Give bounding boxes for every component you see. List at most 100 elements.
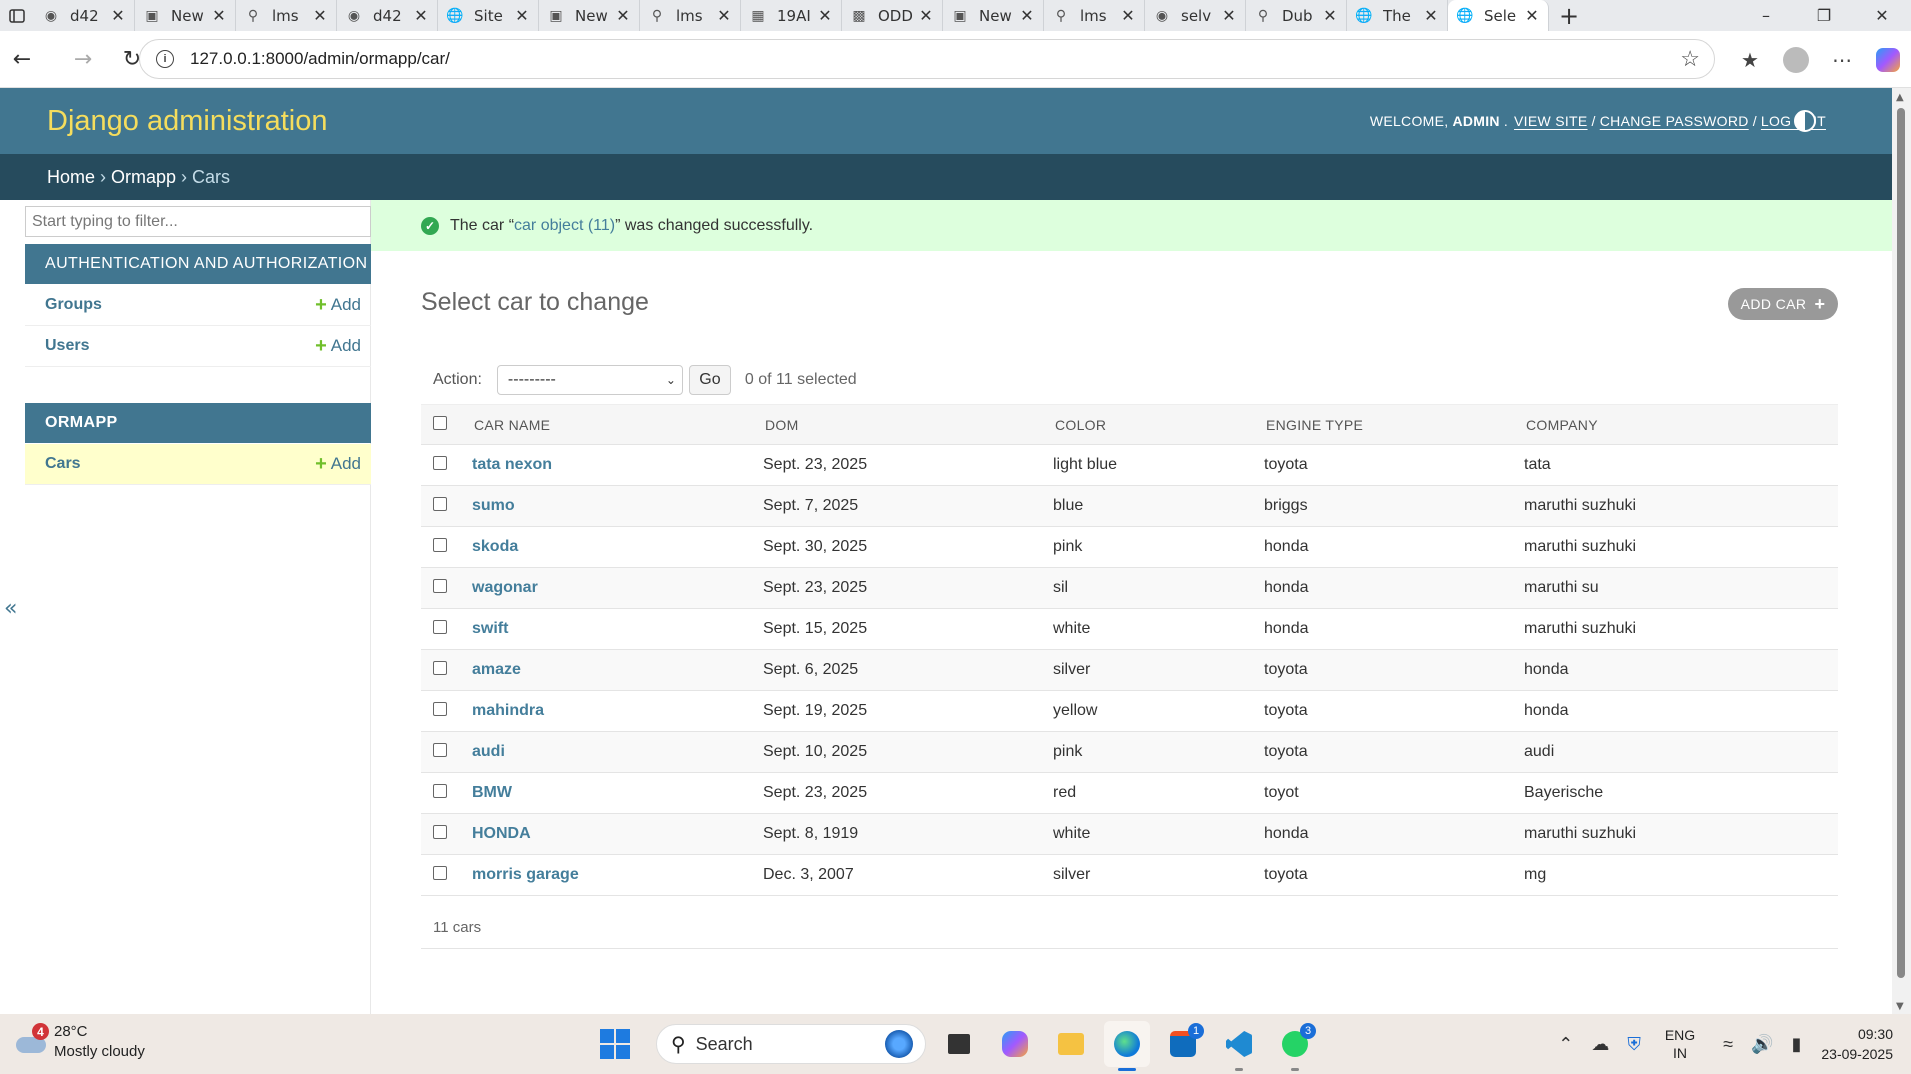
car-name-link[interactable]: wagonar [472, 579, 538, 596]
car-name-link[interactable]: swift [472, 620, 508, 637]
row-checkbox[interactable] [433, 455, 447, 470]
add-car-button[interactable]: ADD CAR + [1728, 288, 1838, 320]
row-checkbox-cell[interactable] [421, 690, 461, 732]
breadcrumb-app[interactable]: Ormapp [111, 167, 176, 188]
security-shield-icon[interactable]: ⛨ [1627, 1034, 1641, 1055]
browser-tab[interactable]: ⚲ Dub ✕ [1246, 0, 1347, 31]
browser-tab[interactable]: ⚲ lms ✕ [236, 0, 337, 31]
column-header-dom[interactable]: DOM [755, 404, 1045, 445]
sidebar-collapse-toggle[interactable]: « [4, 596, 17, 621]
row-checkbox-cell[interactable] [421, 649, 461, 691]
forward-button[interactable]: → [61, 37, 105, 81]
car-name-link[interactable]: BMW [472, 784, 512, 801]
car-name-link[interactable]: morris garage [472, 866, 579, 883]
weather-widget[interactable]: 4 28°C Mostly cloudy [14, 1022, 145, 1062]
edge-browser-icon[interactable] [1104, 1021, 1150, 1071]
back-button[interactable]: ← [0, 37, 44, 81]
row-checkbox-cell[interactable] [421, 567, 461, 609]
row-checkbox-cell[interactable] [421, 485, 461, 527]
minimize-button[interactable]: – [1737, 0, 1795, 31]
browser-tab[interactable]: ▣ New ✕ [135, 0, 236, 31]
select-all-checkbox[interactable] [433, 416, 447, 430]
car-name-link[interactable]: HONDA [472, 825, 531, 842]
row-checkbox-cell[interactable] [421, 854, 461, 896]
close-tab-icon[interactable]: ✕ [312, 6, 328, 25]
copilot-app-icon[interactable] [992, 1021, 1038, 1067]
vscode-icon[interactable] [1216, 1021, 1262, 1071]
add-car-link[interactable]: + Add [315, 453, 371, 476]
car-name-link[interactable]: skoda [472, 538, 518, 555]
row-checkbox-cell[interactable] [421, 813, 461, 855]
windows-start-icon[interactable] [600, 1029, 630, 1059]
column-header-color[interactable]: COLOR [1045, 404, 1256, 445]
whatsapp-icon[interactable]: 3 [1272, 1021, 1318, 1071]
row-checkbox[interactable] [433, 537, 447, 552]
bing-icon[interactable] [885, 1030, 913, 1058]
close-tab-icon[interactable]: ✕ [716, 6, 732, 25]
theme-toggle-icon[interactable] [1794, 110, 1816, 132]
nav-filter-input[interactable]: Start typing to filter... [25, 206, 371, 237]
browser-tab[interactable]: ▦ 19AI ✕ [741, 0, 842, 31]
volume-icon[interactable]: 🔊 [1751, 1034, 1773, 1055]
sidebar-item-label[interactable]: Groups [45, 296, 315, 314]
sidebar-item-users[interactable]: Users + Add [25, 326, 371, 367]
close-tab-icon[interactable]: ✕ [1221, 6, 1237, 25]
clock[interactable]: 09:30 23-09-2025 [1821, 1024, 1893, 1064]
file-explorer-icon[interactable] [1048, 1021, 1094, 1067]
scroll-down-icon[interactable]: ▼ [1896, 1001, 1904, 1012]
more-menu-icon[interactable]: ⋯ [1819, 37, 1865, 83]
close-tab-icon[interactable]: ✕ [413, 6, 429, 25]
task-view-icon[interactable] [936, 1021, 982, 1067]
car-name-link[interactable]: mahindra [472, 702, 544, 719]
browser-tab[interactable]: ◉ selv ✕ [1145, 0, 1246, 31]
close-tab-icon[interactable]: ✕ [211, 6, 227, 25]
favorite-star-icon[interactable]: ☆ [1680, 46, 1700, 72]
row-checkbox[interactable] [433, 660, 447, 675]
car-name-link[interactable]: amaze [472, 661, 521, 678]
go-button[interactable]: Go [688, 365, 731, 395]
close-tab-icon[interactable]: ✕ [615, 6, 631, 25]
chevron-up-icon[interactable]: ⌃ [1558, 1034, 1573, 1055]
row-checkbox[interactable] [433, 742, 447, 757]
row-checkbox[interactable] [433, 824, 447, 839]
site-branding[interactable]: Django administration [47, 105, 327, 138]
copilot-icon[interactable] [1865, 37, 1911, 83]
column-header-engine-type[interactable]: ENGINE TYPE [1256, 404, 1516, 445]
app-caption-ormapp[interactable]: ORMAPP [25, 403, 371, 443]
microsoft-store-icon[interactable]: 1 [1160, 1021, 1206, 1067]
action-select[interactable]: --------- ⌄ [496, 365, 683, 395]
close-tab-icon[interactable]: ✕ [1423, 6, 1439, 25]
sidebar-item-label[interactable]: Users [45, 337, 315, 355]
car-name-link[interactable]: tata nexon [472, 456, 552, 473]
close-tab-icon[interactable]: ✕ [817, 6, 833, 25]
row-checkbox-cell[interactable] [421, 608, 461, 650]
changed-object-link[interactable]: car object (11) [514, 217, 615, 235]
restore-button[interactable]: ❐ [1795, 0, 1853, 31]
tab-actions-icon[interactable] [0, 0, 34, 31]
browser-tab[interactable]: ▣ New ✕ [539, 0, 640, 31]
browser-tab[interactable]: ⚲ lms ✕ [1044, 0, 1145, 31]
car-name-link[interactable]: audi [472, 743, 505, 760]
view-site-link[interactable]: VIEW SITE [1514, 113, 1588, 129]
browser-tab[interactable]: 🌐 The ✕ [1347, 0, 1448, 31]
add-group-link[interactable]: + Add [315, 294, 371, 317]
battery-icon[interactable]: ▮ [1791, 1034, 1801, 1055]
wifi-icon[interactable]: ≈ [1723, 1034, 1733, 1055]
row-checkbox[interactable] [433, 578, 447, 593]
row-checkbox[interactable] [433, 619, 447, 634]
row-checkbox-cell[interactable] [421, 772, 461, 814]
row-checkbox[interactable] [433, 783, 447, 798]
change-password-link[interactable]: CHANGE PASSWORD [1600, 113, 1749, 129]
breadcrumb-home[interactable]: Home [47, 167, 95, 188]
browser-tab[interactable]: ▩ ODD ✕ [842, 0, 943, 31]
browser-tab[interactable]: ▣ New ✕ [943, 0, 1044, 31]
close-tab-icon[interactable]: ✕ [1120, 6, 1136, 25]
close-tab-icon[interactable]: ✕ [1524, 6, 1540, 25]
favorites-icon[interactable]: ★ [1727, 37, 1773, 83]
site-info-icon[interactable]: i [156, 50, 174, 68]
browser-tab[interactable]: 🌐 Sele ✕ [1448, 0, 1549, 31]
url-input[interactable]: i 127.0.0.1:8000/admin/ormapp/car/ ☆ [139, 39, 1715, 79]
taskbar-search[interactable]: ⚲ Search [656, 1024, 926, 1064]
browser-tab[interactable]: ⚲ lms ✕ [640, 0, 741, 31]
app-caption-auth[interactable]: AUTHENTICATION AND AUTHORIZATION [25, 244, 371, 284]
